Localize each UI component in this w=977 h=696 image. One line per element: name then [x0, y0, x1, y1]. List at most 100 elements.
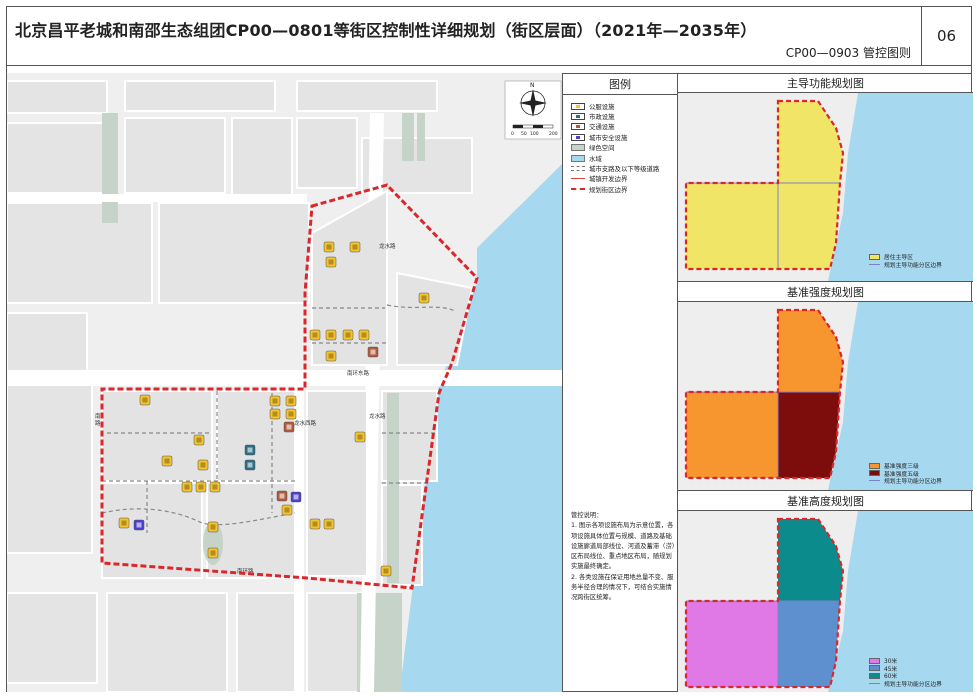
road-label-longshui-west: 龙水西路 — [294, 419, 317, 427]
public-facility-icon — [139, 394, 151, 406]
public-facility-icon — [193, 434, 205, 446]
zone-boundary-swatch — [869, 263, 880, 265]
notes-title: 管控说明： — [571, 512, 603, 519]
intensity-level5-swatch — [869, 470, 880, 477]
zone-southeast — [778, 601, 840, 687]
height-plan-legend: 30米 45米 60米 规划主导功能分区边界 — [869, 657, 942, 688]
public-facility-icon — [325, 350, 337, 362]
height-legend-boundary: 规划主导功能分区边界 — [869, 680, 942, 688]
legend-item-water: 水域 — [571, 153, 677, 163]
public-facility-icon — [354, 431, 366, 443]
public-facility-icon — [380, 565, 392, 577]
public-facility-icon — [418, 292, 430, 304]
height-60m-swatch — [869, 672, 880, 679]
green-space-swatch — [571, 144, 585, 152]
urban-boundary-swatch — [571, 178, 585, 180]
public-facility-icon — [342, 329, 354, 341]
public-facility-icon — [281, 504, 293, 516]
scale-label-50: 50 — [521, 131, 527, 137]
legend-items: 公服设施 市政设施 交通设施 城市安全设施 绿色空间 水域 城市支路及以下等级道… — [563, 95, 677, 195]
intensity-plan-panel: 基准强度规划图 基准强度三级 基准强度五级 规划主导功能分区边界 — [678, 282, 973, 491]
public-facility-icon — [323, 241, 335, 253]
height-legend-30m: 30米 — [869, 657, 942, 665]
water-swatch — [571, 154, 585, 162]
public-facility-icon — [207, 521, 219, 533]
page-number: 06 — [921, 7, 971, 65]
traffic-facility-icon — [283, 421, 295, 433]
function-plan-title: 主导功能规划图 — [678, 73, 973, 93]
intensity-level3-swatch — [869, 462, 880, 469]
public-facility-icon — [269, 395, 281, 407]
municipal-facility-icon — [571, 113, 585, 121]
header-divider — [7, 65, 971, 66]
zone-southwest — [686, 601, 778, 687]
legend-item-green: 绿色空间 — [571, 143, 677, 153]
safety-facility-icon — [290, 491, 302, 503]
public-facility-icon — [118, 517, 130, 529]
legend-item-traffic: 交通设施 — [571, 122, 677, 132]
zone-boundary-swatch — [869, 480, 880, 482]
scale-label-200: 200 — [549, 131, 558, 137]
height-legend-45m: 45米 — [869, 665, 942, 673]
page-title: 北京昌平老城和南邵生态组团CP00—0801等街区控制性详细规划（街区层面）（2… — [15, 21, 757, 40]
map-canvas[interactable]: 龙水路 南环东路 龙水路 龙水西路 南 路 南环路 N 0 50 100 200 — [7, 73, 563, 692]
traffic-facility-icon — [367, 346, 379, 358]
public-facility-icon — [197, 459, 209, 471]
legend-item-road: 城市支路及以下等级道路 — [571, 163, 677, 173]
public-facility-icon — [269, 408, 281, 420]
traffic-facility-icon — [571, 123, 585, 131]
block-boundary-swatch — [571, 188, 585, 191]
legend-panel: 图例 公服设施 市政设施 交通设施 城市安全设施 绿色空间 水域 城市支路及以下… — [563, 73, 678, 692]
public-facility-icon — [285, 408, 297, 420]
note-2: 2. 各类设施在保证用地总量不变、服务半径合理的情况下，可结合实施情况跨街区统筹… — [571, 573, 674, 602]
public-facility-icon — [181, 481, 193, 493]
public-facility-icon — [358, 329, 370, 341]
public-facility-icon — [161, 455, 173, 467]
public-facility-icon — [309, 518, 321, 530]
road-label-longshui-2: 龙水路 — [369, 412, 386, 420]
public-facility-icon — [309, 329, 321, 341]
control-notes: 管控说明： 1. 图示各项设施布局为示意位置，各项设施具体位置与规模、道路及基础… — [571, 511, 675, 604]
intensity-plan-title: 基准强度规划图 — [678, 282, 973, 302]
north-label: N — [530, 82, 535, 89]
legend-item-block-boundary: 规划街区边界 — [571, 184, 677, 194]
drawing-frame: 北京昌平老城和南邵生态组团CP00—0801等街区控制性详细规划（街区层面）（2… — [6, 6, 973, 692]
minor-road-swatch — [571, 166, 585, 172]
public-facility-icon — [323, 518, 335, 530]
zone-southwest — [686, 392, 778, 478]
drawing-subtitle: CP00—0903 管控图则 — [785, 46, 911, 60]
legend-item-safety: 城市安全设施 — [571, 132, 677, 142]
road-label-nanhuan-east: 南环东路 — [347, 369, 370, 377]
scale-label-0: 0 — [511, 131, 514, 137]
municipal-facility-icon — [244, 459, 256, 471]
residential-swatch — [869, 253, 880, 260]
function-legend-boundary: 规划主导功能分区边界 — [869, 261, 942, 269]
public-facility-icon — [325, 256, 337, 268]
height-plan-title: 基准高度规划图 — [678, 491, 973, 511]
safety-facility-icon — [571, 133, 585, 141]
function-plan-legend: 居住主导区 规划主导功能分区边界 — [869, 253, 942, 269]
scale-label-100: 100 — [530, 131, 539, 137]
traffic-facility-icon — [276, 490, 288, 502]
road-label-west-2: 路 — [95, 419, 101, 427]
function-plan-panel: 主导功能规划图 居住主导区 规划主导功能分区边界 — [678, 73, 973, 282]
legend-item-municipal: 市政设施 — [571, 111, 677, 121]
road-label-longshui: 龙水路 — [379, 242, 396, 250]
intensity-legend-boundary: 规划主导功能分区边界 — [869, 477, 942, 485]
public-facility-icon — [325, 329, 337, 341]
safety-facility-icon — [133, 519, 145, 531]
public-facility-icon — [209, 481, 221, 493]
zone-southeast — [778, 392, 840, 478]
control-map[interactable]: 龙水路 南环东路 龙水路 龙水西路 南 路 南环路 N 0 50 100 200 — [7, 73, 563, 692]
zone-southwest — [686, 183, 778, 269]
public-facility-icon — [195, 481, 207, 493]
public-facility-icon — [285, 395, 297, 407]
zone-southeast — [778, 183, 840, 269]
height-30m-swatch — [869, 657, 880, 664]
legend-item-urban-boundary: 城镇开发边界 — [571, 174, 677, 184]
legend-title: 图例 — [563, 73, 677, 95]
legend-item-public: 公服设施 — [571, 101, 677, 111]
municipal-facility-icon — [244, 444, 256, 456]
public-facility-icon — [207, 547, 219, 559]
compass-box: N 0 50 100 200 — [504, 80, 562, 140]
